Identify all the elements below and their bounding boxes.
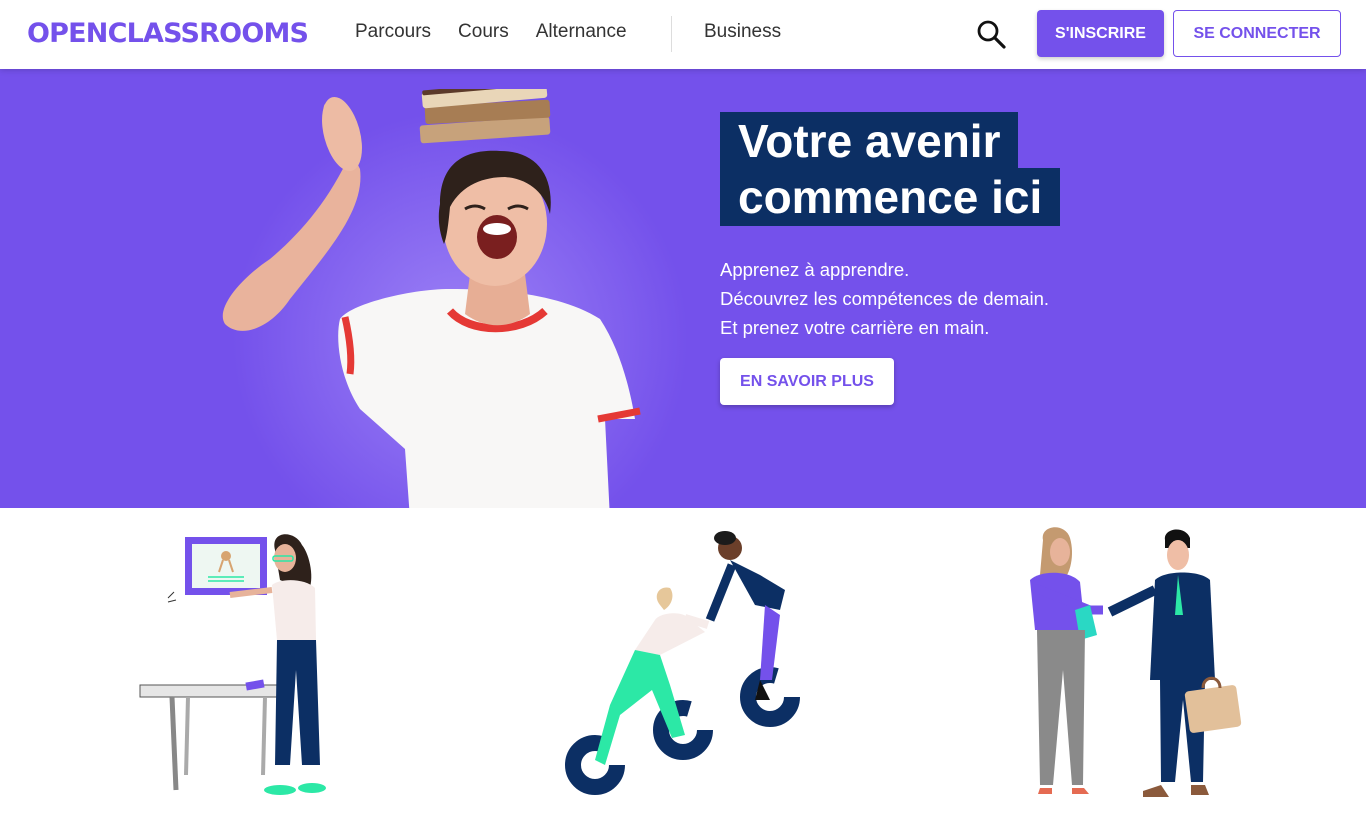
handshake-illustration (1030, 527, 1242, 797)
signup-button[interactable]: S'INSCRIRE (1037, 10, 1164, 57)
nav-divider (671, 16, 672, 52)
hero-subtitle-line: Et prenez votre carrière en main. (720, 317, 990, 338)
hero-title-line-2: commence ici (720, 168, 1061, 226)
learn-more-button[interactable]: EN SAVOIR PLUS (720, 358, 894, 405)
hero-title-line-1: Votre avenir (720, 112, 1019, 170)
hero-subtitle-line: Apprenez à apprendre. (720, 259, 910, 280)
hero-subtitle-line: Découvrez les compétences de demain. (720, 288, 1050, 309)
openclassrooms-logo[interactable]: OPENCLASSROOMS (27, 18, 309, 49)
hero-banner: Votre avenir commence ici Apprenez à app… (0, 69, 1366, 508)
login-button[interactable]: SE CONNECTER (1173, 10, 1341, 57)
nav-parcours[interactable]: Parcours (355, 21, 431, 43)
hero-subtitle: Apprenez à apprendre. Découvrez les comp… (720, 255, 1049, 342)
helping-hand-illustration (565, 531, 800, 795)
hero-student-photo (222, 89, 641, 508)
site-header: OPENCLASSROOMS Parcours Cours Alternance… (0, 0, 1366, 69)
nav-cours[interactable]: Cours (458, 21, 509, 43)
main-nav: Parcours Cours Alternance (355, 21, 654, 43)
diploma-woman-illustration (139, 534, 326, 795)
nav-alternance[interactable]: Alternance (536, 21, 627, 43)
search-icon[interactable] (976, 19, 1006, 49)
nav-business[interactable]: Business (704, 21, 781, 43)
